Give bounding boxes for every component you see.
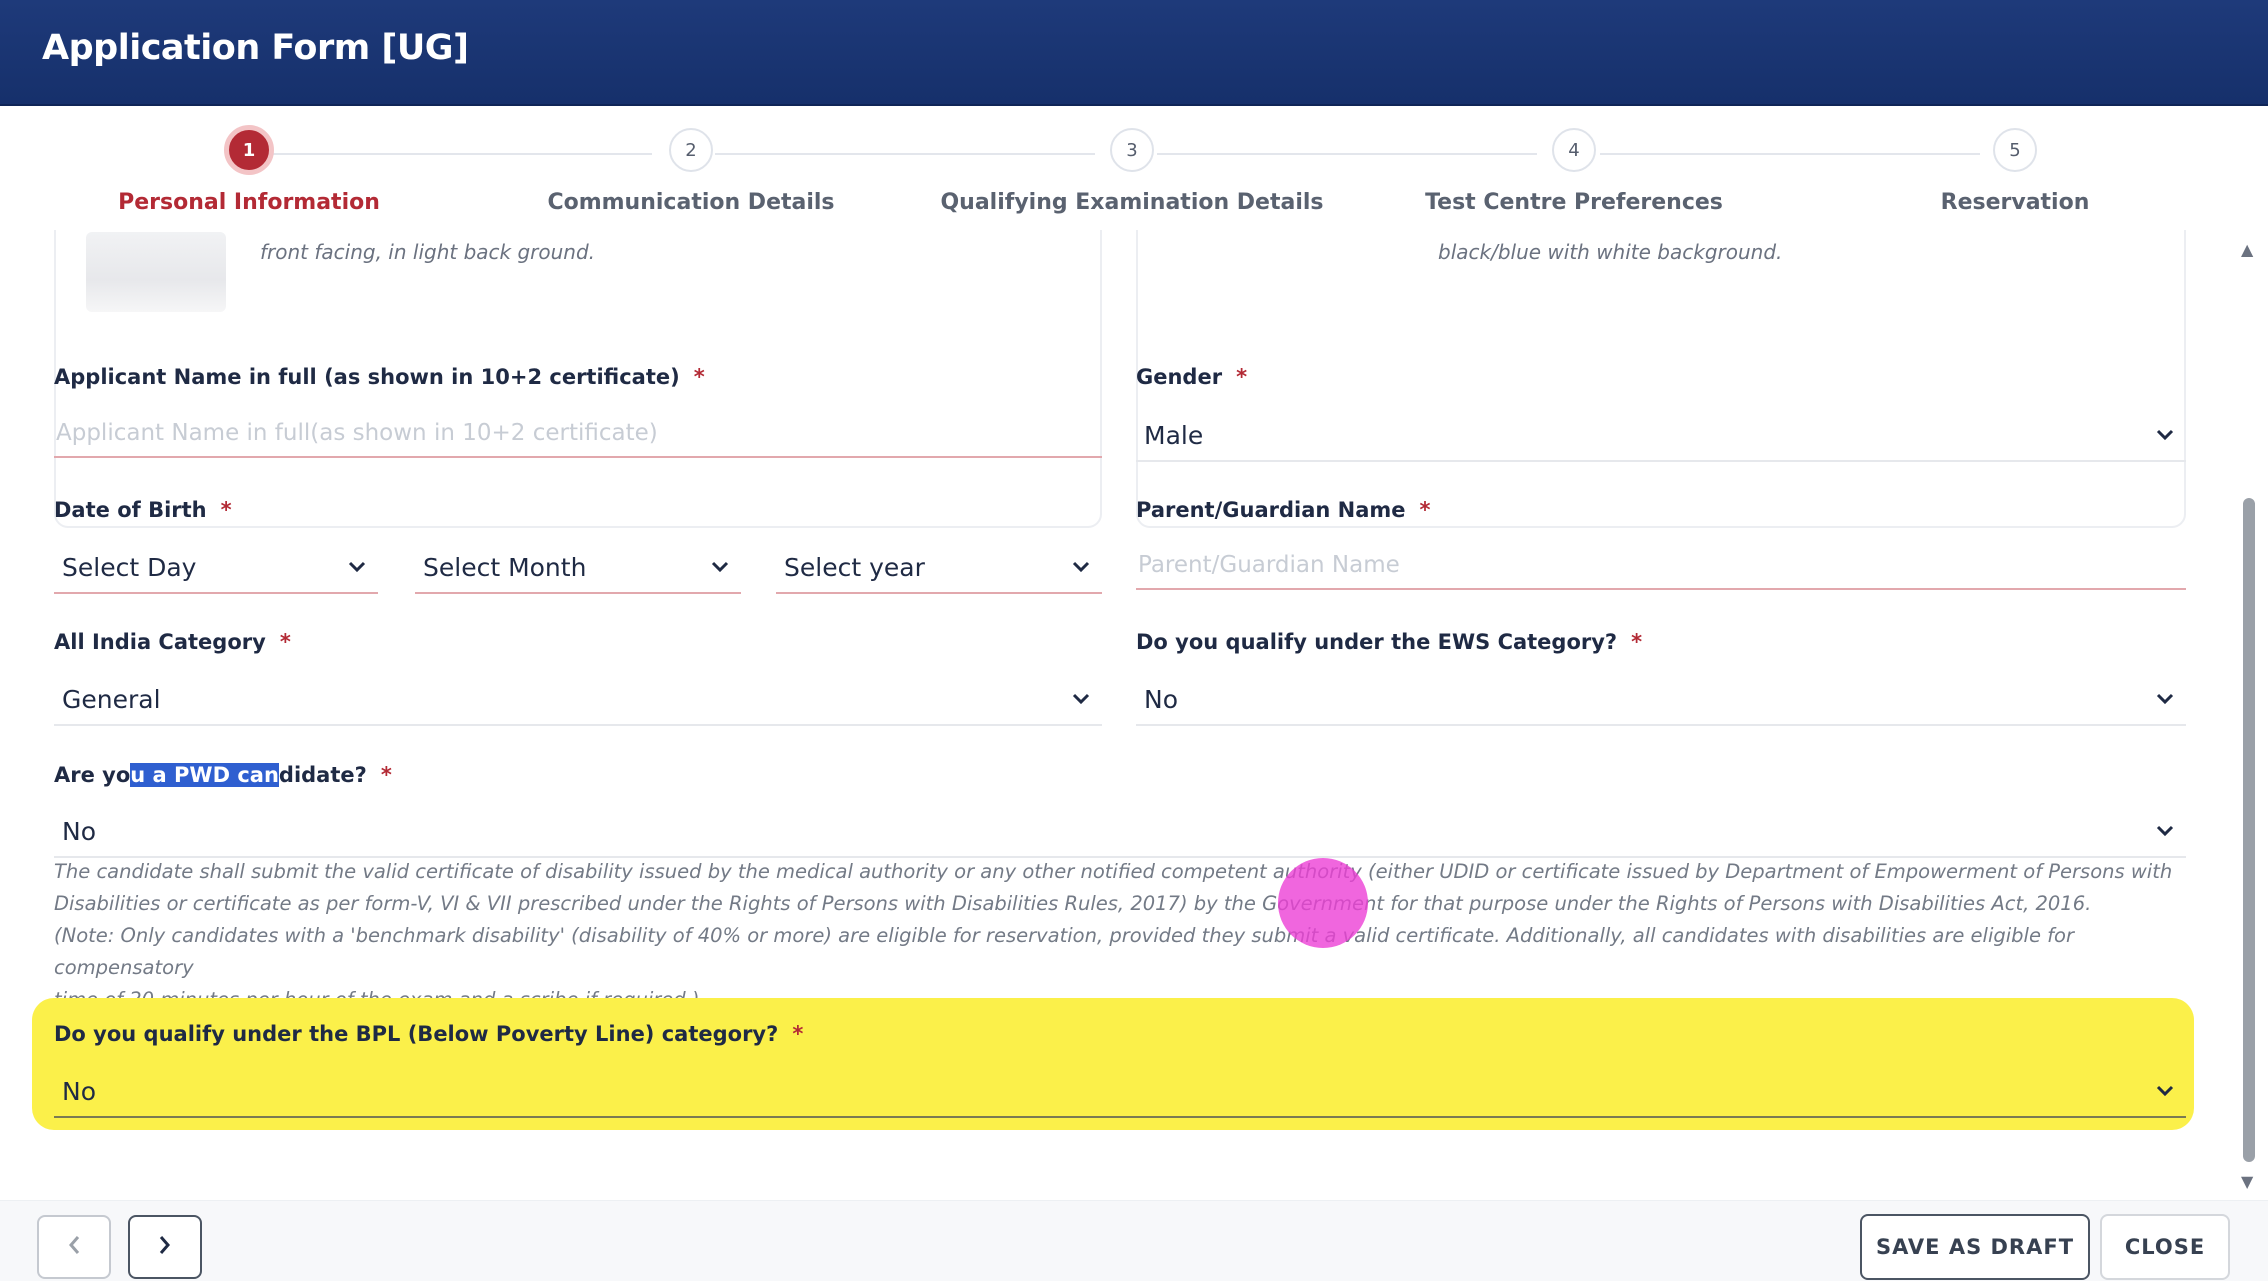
parent-name-placeholder: Parent/Guardian Name [1138, 552, 1400, 578]
step-test-centre-preferences[interactable]: 4 Test Centre Preferences [1354, 128, 1794, 215]
save-as-draft-button[interactable]: SAVE AS DRAFT [1860, 1214, 2090, 1280]
step-reservation[interactable]: 5 Reservation [1795, 128, 2235, 215]
step-label: Personal Information [118, 190, 380, 215]
category-value: General [62, 684, 161, 714]
text-selection: u a PWD can [130, 763, 279, 787]
dob-year-value: Select year [784, 552, 925, 582]
category-label: All India Category * [54, 630, 291, 654]
bpl-select[interactable]: No [54, 1066, 2186, 1118]
chevron-down-icon [2154, 688, 2176, 710]
applicant-name-placeholder: Applicant Name in full(as shown in 10+2 … [56, 420, 658, 446]
gender-value: Male [1144, 420, 1204, 450]
dob-label: Date of Birth * [54, 498, 232, 522]
close-button[interactable]: CLOSE [2100, 1214, 2230, 1280]
bpl-value: No [62, 1076, 96, 1106]
chevron-right-icon [158, 1234, 172, 1260]
signature-upload-card: black/blue with white background. [1136, 230, 2186, 528]
chevron-down-icon [346, 556, 368, 578]
ews-value: No [1144, 684, 1178, 714]
step-personal-information[interactable]: 1 Personal Information [29, 125, 469, 215]
chevron-down-icon [2154, 424, 2176, 446]
pwd-label: Are you a PWD candidate? * [54, 763, 392, 787]
parent-name-input[interactable]: Parent/Guardian Name [1136, 542, 2186, 590]
ews-select[interactable]: No [1136, 674, 2186, 726]
dob-day-select[interactable]: Select Day [54, 542, 378, 594]
dialog-header: Application Form [UG] [0, 0, 2268, 106]
step-number: 5 [1993, 128, 2037, 172]
form-content[interactable]: front facing, in light back ground. blac… [0, 230, 2268, 1200]
step-qualifying-examination-details[interactable]: 3 Qualifying Examination Details [912, 128, 1352, 215]
pwd-value: No [62, 816, 96, 846]
dob-year-select[interactable]: Select year [776, 542, 1102, 594]
step-number: 3 [1110, 128, 1154, 172]
scroll-up-arrow-icon[interactable]: ▲ [2241, 240, 2253, 259]
ews-label: Do you qualify under the EWS Category? * [1136, 630, 1643, 654]
chevron-down-icon [2154, 1080, 2176, 1102]
scroll-down-arrow-icon[interactable]: ▼ [2241, 1172, 2253, 1191]
step-label: Qualifying Examination Details [940, 190, 1324, 215]
signature-hint: black/blue with white background. [1438, 240, 1783, 264]
chevron-down-icon [709, 556, 731, 578]
gender-select[interactable]: Male [1136, 410, 2186, 462]
dob-month-select[interactable]: Select Month [415, 542, 741, 594]
previous-button[interactable] [37, 1215, 111, 1279]
dob-day-value: Select Day [62, 552, 197, 582]
step-communication-details[interactable]: 2 Communication Details [471, 128, 911, 215]
photo-hint: front facing, in light back ground. [260, 240, 596, 264]
dob-month-value: Select Month [423, 552, 587, 582]
parent-name-label: Parent/Guardian Name * [1136, 498, 1431, 522]
step-label: Reservation [1940, 190, 2090, 215]
photo-thumbnail [86, 232, 226, 312]
step-label: Test Centre Preferences [1425, 190, 1723, 215]
bpl-label: Do you qualify under the BPL (Below Pove… [54, 1022, 804, 1046]
click-indicator [1278, 858, 1368, 948]
applicant-name-input[interactable]: Applicant Name in full(as shown in 10+2 … [54, 410, 1102, 458]
dialog-title: Application Form [UG] [42, 28, 469, 68]
step-number: 4 [1552, 128, 1596, 172]
chevron-left-icon [67, 1234, 81, 1260]
step-number: 1 [224, 125, 274, 175]
scrollbar-thumb[interactable] [2243, 498, 2255, 1162]
step-label: Communication Details [547, 190, 835, 215]
gender-label: Gender * [1136, 365, 1248, 389]
next-button[interactable] [128, 1215, 202, 1279]
category-select[interactable]: General [54, 674, 1102, 726]
step-number: 2 [669, 128, 713, 172]
chevron-down-icon [1070, 688, 1092, 710]
pwd-select[interactable]: No [54, 806, 2186, 858]
chevron-down-icon [1070, 556, 1092, 578]
applicant-name-label: Applicant Name in full (as shown in 10+2… [54, 365, 705, 389]
chevron-down-icon [2154, 820, 2176, 842]
pwd-note: The candidate shall submit the valid cer… [54, 860, 2173, 1011]
